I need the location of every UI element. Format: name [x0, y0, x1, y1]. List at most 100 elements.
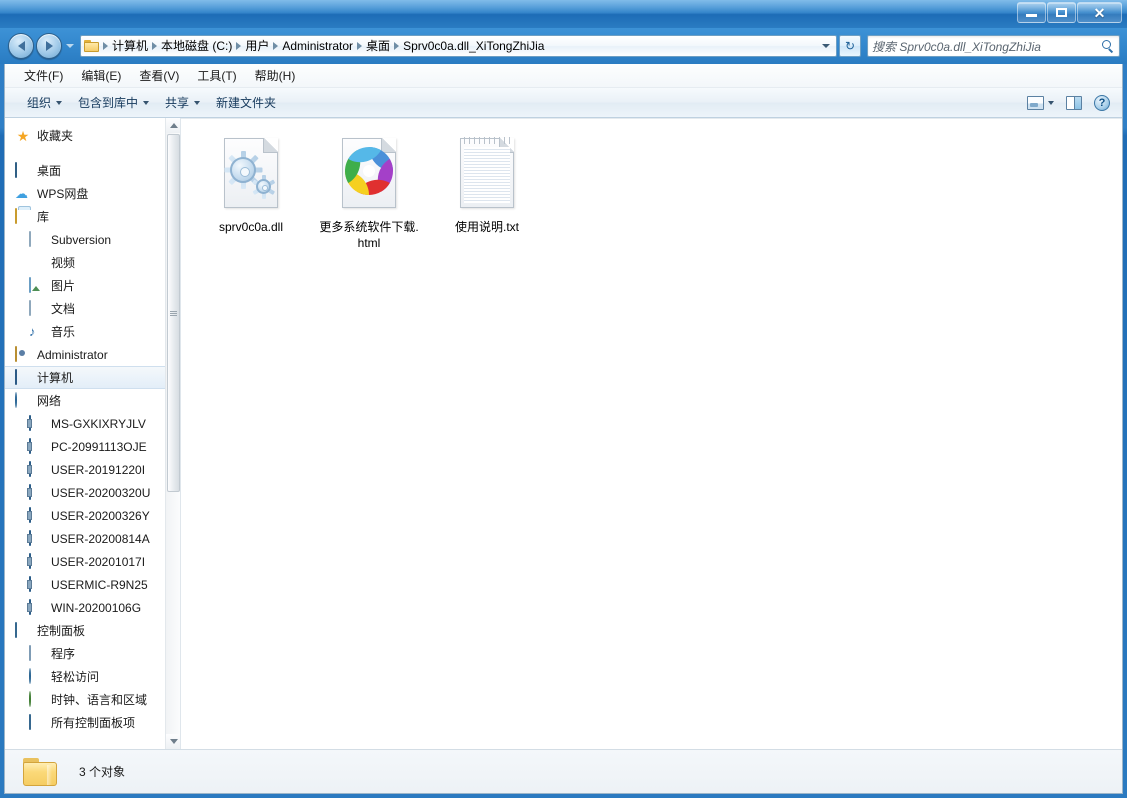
recent-pages-chevron-down-icon[interactable] [66, 44, 74, 48]
menu-file[interactable]: 文件(F) [15, 66, 72, 86]
network-computer-icon [29, 529, 45, 547]
preview-pane-button[interactable] [1060, 93, 1088, 113]
sidebar-item-control-panel[interactable]: 控制面板 [5, 619, 180, 642]
sidebar-item-subversion[interactable]: Subversion [5, 228, 180, 251]
sidebar-item-label: 网络 [37, 394, 62, 408]
sidebar-item-ease-of-access[interactable]: 轻松访问 [5, 665, 180, 688]
sidebar-item-clock-language-region[interactable]: 时钟、语言和区域 [5, 688, 180, 711]
sidebar-item-network-computer[interactable]: USER-20200326Y [5, 504, 180, 527]
sidebar-item-network-computer[interactable]: MS-GXKIXRYJLV [5, 412, 180, 435]
breadcrumb-separator-icon[interactable] [357, 42, 363, 50]
network-computer-icon [29, 414, 45, 432]
sidebar-item-wps-cloud[interactable]: ☁ WPS网盘 [5, 182, 180, 205]
breadcrumb-item-1[interactable]: 本地磁盘 (C:) [158, 37, 235, 55]
refresh-button[interactable]: ↻ [839, 35, 861, 57]
maximize-button[interactable] [1047, 2, 1076, 23]
organize-button[interactable]: 组织 [19, 92, 70, 114]
navigation-buttons [8, 33, 78, 59]
breadcrumb-separator-icon[interactable] [152, 42, 158, 50]
sidebar-item-network-computer[interactable]: USER-20200814A [5, 527, 180, 550]
sidebar-item-music[interactable]: ♪ 音乐 [5, 320, 180, 343]
breadcrumb-item-4[interactable]: 桌面 [363, 37, 393, 55]
sidebar-item-network-computer[interactable]: USER-20191220I [5, 458, 180, 481]
network-computer-icon [29, 506, 45, 524]
sidebar-item-network-computer[interactable]: USER-20200320U [5, 481, 180, 504]
sidebar-item-favorites[interactable]: ★ 收藏夹 [5, 124, 180, 147]
sidebar-item-libraries[interactable]: 库 [5, 205, 180, 228]
search-input[interactable]: 搜索 Sprv0c0a.dll_XiTongZhiJia [872, 38, 1102, 55]
sidebar-item-computer[interactable]: 计算机 [5, 366, 180, 389]
include-in-library-button[interactable]: 包含到库中 [70, 92, 157, 114]
computer-icon [15, 368, 31, 386]
sidebar-item-label: 所有控制面板项 [51, 716, 136, 730]
new-folder-button[interactable]: 新建文件夹 [208, 92, 284, 114]
programs-icon [29, 644, 45, 662]
scroll-down-arrow[interactable] [166, 734, 180, 749]
sidebar-item-all-control-panel-items[interactable]: 所有控制面板项 [5, 711, 180, 734]
minimize-button[interactable] [1017, 2, 1046, 23]
breadcrumb-item-0[interactable]: 计算机 [109, 37, 151, 55]
menu-view[interactable]: 查看(V) [130, 66, 188, 86]
control-panel-icon [15, 621, 31, 639]
change-view-icon [1027, 95, 1044, 110]
change-view-button[interactable] [1021, 93, 1060, 113]
client-area: 文件(F) 编辑(E) 查看(V) 工具(T) 帮助(H) 组织 包含到库中 共… [4, 64, 1123, 794]
sidebar-item-label: Subversion [51, 232, 112, 247]
breadcrumb-separator-icon[interactable] [394, 42, 400, 50]
preview-pane-icon [1066, 95, 1082, 110]
scroll-up-arrow[interactable] [166, 118, 180, 133]
file-name: sprv0c0a.dll [218, 220, 284, 234]
new-folder-label: 新建文件夹 [216, 95, 277, 110]
scrollbar-thumb[interactable] [167, 134, 180, 492]
sidebar-item-videos[interactable]: 视频 [5, 251, 180, 274]
sidebar-item-network-computer[interactable]: USERMIC-R9N25 [5, 573, 180, 596]
menu-help[interactable]: 帮助(H) [246, 66, 305, 86]
breadcrumb-item-5[interactable]: Sprv0c0a.dll_XiTongZhiJia [400, 37, 547, 55]
back-button[interactable] [8, 33, 34, 59]
breadcrumb-item-3[interactable]: Administrator [279, 37, 356, 55]
close-button[interactable]: ✕ [1077, 2, 1122, 23]
forward-button[interactable] [36, 33, 62, 59]
share-with-button[interactable]: 共享 [157, 92, 208, 114]
close-icon: ✕ [1093, 4, 1106, 21]
file-item[interactable]: 更多系统软件下载.html [313, 133, 425, 251]
sidebar-item-administrator[interactable]: Administrator [5, 343, 180, 366]
title-bar: ✕ [0, 0, 1127, 28]
control-panel-icon [29, 713, 45, 731]
help-button[interactable]: ? [1088, 92, 1116, 114]
sidebar-item-programs[interactable]: 程序 [5, 642, 180, 665]
breadcrumb-item-2[interactable]: 用户 [242, 37, 272, 55]
sidebar-item-network-computer[interactable]: PC-20991113OJE [5, 435, 180, 458]
sidebar-scrollbar[interactable] [165, 118, 180, 749]
menu-edit[interactable]: 编辑(E) [72, 66, 130, 86]
network-computer-icon [29, 552, 45, 570]
sidebar-item-network-computer[interactable]: WIN-20200106G [5, 596, 180, 619]
address-bar[interactable]: 计算机 本地磁盘 (C:) 用户 Administrator 桌面 Sprv0c… [80, 35, 837, 57]
sidebar-item-label: 轻松访问 [51, 670, 100, 684]
picture-icon [29, 276, 45, 294]
sidebar-item-desktop[interactable]: 桌面 [5, 159, 180, 182]
breadcrumb-separator-icon[interactable] [236, 42, 242, 50]
breadcrumb-separator-icon[interactable] [273, 42, 279, 50]
file-item[interactable]: sprv0c0a.dll [195, 133, 307, 251]
sidebar-item-network[interactable]: 网络 [5, 389, 180, 412]
organize-label: 组织 [27, 95, 52, 110]
sidebar-item-network-computer[interactable]: USER-20201017I [5, 550, 180, 573]
tree-gap [5, 147, 180, 159]
sidebar-item-label: USER-20191220I [51, 462, 146, 477]
file-item[interactable]: 使用说明.txt [431, 133, 543, 251]
document-icon [29, 299, 45, 317]
breadcrumb-separator-icon[interactable] [103, 42, 108, 50]
file-name: 更多系统软件下载.html [319, 220, 419, 250]
file-list[interactable]: sprv0c0a.dll 更多系统软件下载.html 使用说明.txt [181, 118, 1122, 749]
user-icon [15, 345, 31, 363]
chevron-down-icon [194, 100, 201, 105]
menu-tools[interactable]: 工具(T) [188, 66, 245, 86]
search-box[interactable]: 搜索 Sprv0c0a.dll_XiTongZhiJia [867, 35, 1120, 57]
back-arrow-icon [17, 41, 25, 51]
sidebar-item-documents[interactable]: 文档 [5, 297, 180, 320]
address-chevron-down-icon[interactable] [818, 44, 834, 48]
sidebar-item-label: WPS网盘 [37, 187, 89, 201]
refresh-icon: ↻ [844, 39, 856, 53]
sidebar-item-pictures[interactable]: 图片 [5, 274, 180, 297]
